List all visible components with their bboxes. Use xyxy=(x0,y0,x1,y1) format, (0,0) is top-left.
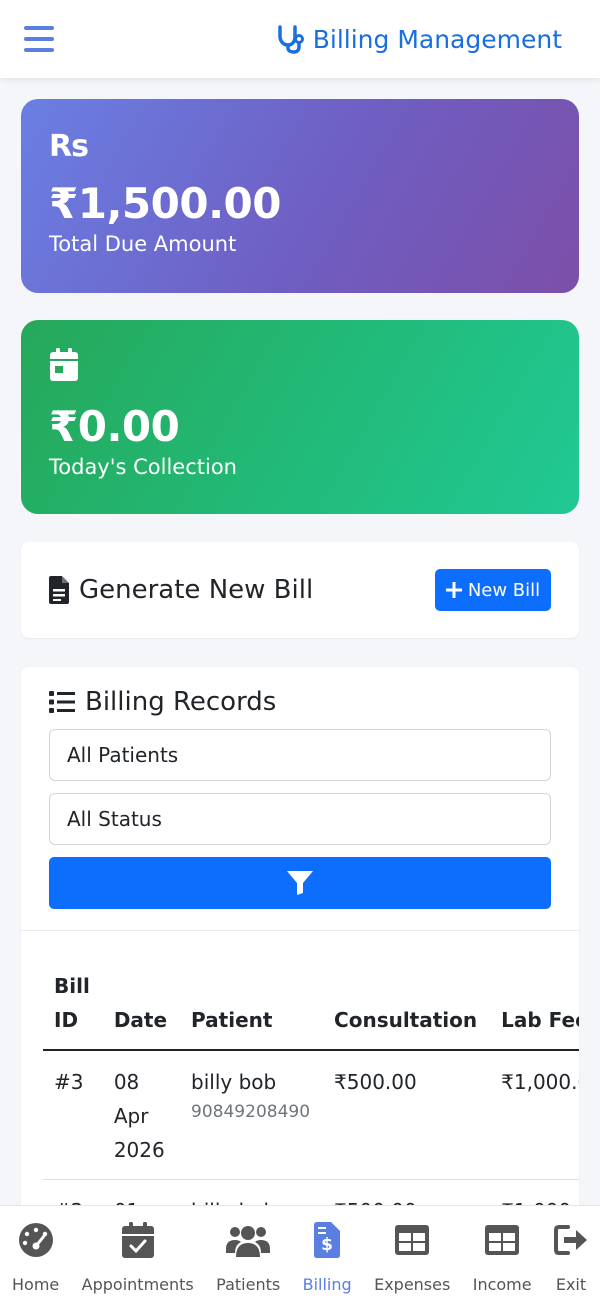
filter-button[interactable] xyxy=(49,857,551,909)
billing-table-wrapper[interactable]: Bill ID Date Patient Consultation Lab Fe… xyxy=(21,931,579,1227)
bill-date: 08 Apr 2026 xyxy=(101,1050,180,1180)
nav-label: Billing xyxy=(302,1275,352,1294)
nav-home[interactable]: Home xyxy=(12,1206,59,1300)
billing-table: Bill ID Date Patient Consultation Lab Fe… xyxy=(43,931,579,1227)
table-header-row: Bill ID Date Patient Consultation Lab Fe… xyxy=(43,931,579,1051)
billing-records-title: Billing Records xyxy=(85,687,277,717)
nav-label: Expenses xyxy=(374,1275,451,1294)
calendar-icon xyxy=(50,348,78,381)
total-due-card: Rs ₹1,500.00 Total Due Amount xyxy=(21,99,579,293)
bill-id: #3 xyxy=(43,1050,102,1180)
new-bill-button[interactable]: New Bill xyxy=(435,569,551,611)
stethoscope-icon xyxy=(277,25,304,54)
total-due-amount: ₹1,500.00 xyxy=(49,179,281,228)
top-bar: Billing Management xyxy=(0,0,600,78)
column-header[interactable]: Patient xyxy=(179,931,323,1051)
nav-billing[interactable]: $ Billing xyxy=(303,1206,352,1300)
generate-bill-panel: Generate New Bill New Bill xyxy=(21,542,579,638)
column-header[interactable]: Date xyxy=(101,931,180,1051)
nav-patients[interactable]: Patients xyxy=(216,1206,280,1300)
table-icon xyxy=(395,1225,430,1255)
billing-records-heading: Billing Records xyxy=(49,687,551,717)
nav-label: Exit xyxy=(555,1275,587,1294)
generate-bill-title: Generate New Bill xyxy=(79,575,314,605)
nav-appointments[interactable]: Appointments xyxy=(82,1206,194,1300)
patient-name: billy bob xyxy=(191,1070,277,1094)
column-header[interactable]: Consultation xyxy=(322,931,490,1051)
generate-bill-heading: Generate New Bill xyxy=(49,575,313,605)
todays-collection-card: ₹0.00 Today's Collection xyxy=(21,320,579,514)
bottom-nav: Home Appointments Patients $ Billing Exp… xyxy=(0,1205,600,1300)
patient-filter-select[interactable]: All Patients xyxy=(49,729,551,781)
bill-lab-fees: ₹1,000.00 xyxy=(489,1050,579,1180)
status-filter-select[interactable]: All Status xyxy=(49,793,551,845)
rupee-sign-icon: Rs xyxy=(49,129,89,164)
sign-out-icon xyxy=(554,1225,587,1255)
new-bill-label: New Bill xyxy=(467,579,541,601)
svg-text:$: $ xyxy=(321,1235,333,1255)
calendar-check-icon xyxy=(121,1222,154,1258)
nav-label: Income xyxy=(472,1275,532,1294)
patient-phone: 90849208490 xyxy=(191,1102,311,1122)
table-row[interactable]: #3 08 Apr 2026 billy bob 90849208490 ₹50… xyxy=(43,1050,579,1180)
nav-label: Home xyxy=(12,1275,60,1294)
bill-consultation: ₹500.00 xyxy=(322,1050,490,1180)
filter-icon xyxy=(287,871,313,895)
billing-records-panel: Billing Records All Patients All Status … xyxy=(21,667,579,1227)
users-icon xyxy=(226,1226,271,1257)
table-icon xyxy=(485,1225,520,1255)
app-title: Billing Management xyxy=(312,24,562,54)
billing-records-header: Billing Records All Patients All Status xyxy=(21,667,579,909)
dashboard-gauge-icon xyxy=(18,1223,53,1257)
nav-expenses[interactable]: Expenses xyxy=(374,1206,450,1300)
total-due-label: Total Due Amount xyxy=(49,232,237,256)
bill-patient: billy bob 90849208490 xyxy=(179,1050,323,1180)
nav-label: Appointments xyxy=(81,1275,194,1294)
invoice-dollar-icon: $ xyxy=(314,1222,341,1258)
nav-label: Patients xyxy=(216,1275,281,1294)
invoice-icon xyxy=(49,576,69,604)
nav-exit[interactable]: Exit xyxy=(554,1206,588,1300)
plus-icon xyxy=(445,582,462,598)
nav-income[interactable]: Income xyxy=(473,1206,532,1300)
todays-collection-label: Today's Collection xyxy=(49,455,237,479)
hamburger-icon[interactable] xyxy=(24,26,54,52)
column-header[interactable]: Bill ID xyxy=(43,931,102,1051)
brand: Billing Management xyxy=(275,24,562,54)
list-icon xyxy=(49,691,75,713)
todays-collection-amount: ₹0.00 xyxy=(49,402,180,451)
column-header[interactable]: Lab Fees xyxy=(489,931,579,1051)
